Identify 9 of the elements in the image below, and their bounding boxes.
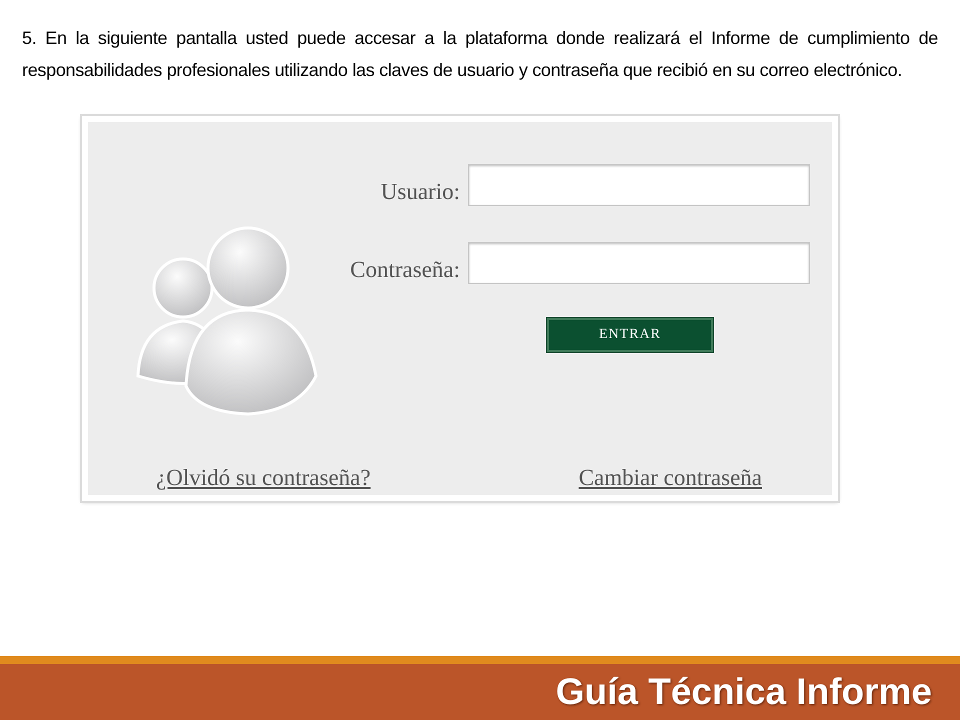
field-label: Usuario: (380, 178, 460, 205)
instruction-text: 5. En la siguiente pantalla usted puede accesar a la plataforma donde realizará el Informe de cumplimiento de responsabilidades profesionales utilizando las claves de usuario y contraseña que recibió en su correo electrónico. (21, 27, 939, 82)
field-label: Contraseña: (349, 256, 460, 283)
username-field[interactable] (468, 164, 810, 206)
footer-title: Guía Técnica Informe (556, 671, 932, 713)
link[interactable]: ¿Olvidó su contraseña? (156, 465, 371, 491)
enter-button[interactable]: ENTRAR (547, 318, 713, 352)
link[interactable]: Cambiar contraseña (578, 465, 762, 491)
password-field[interactable] (468, 242, 810, 284)
